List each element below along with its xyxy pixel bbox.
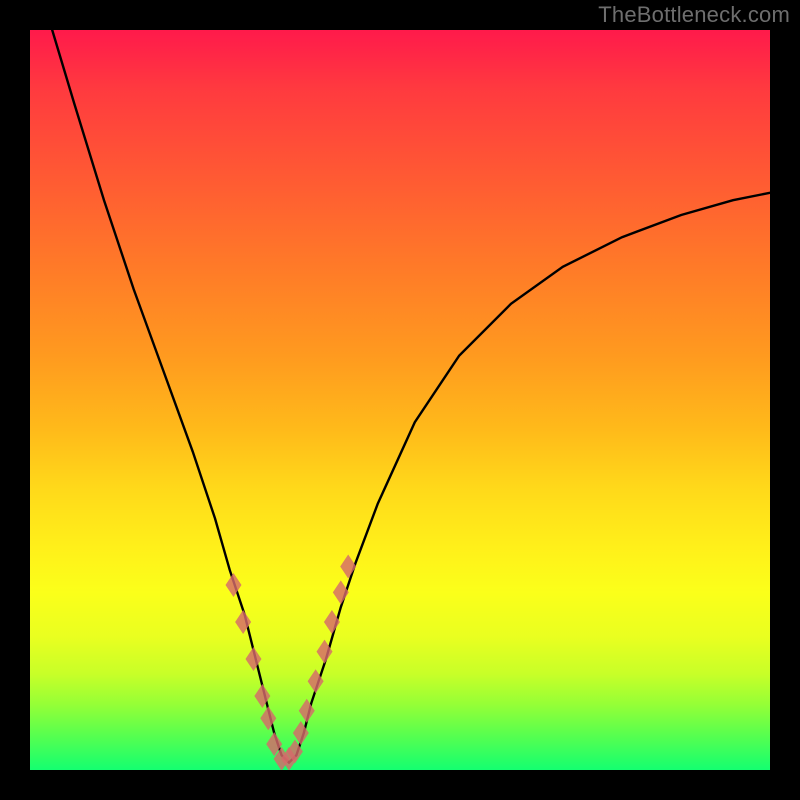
marker-point <box>333 580 349 604</box>
bottleneck-curve <box>52 30 770 763</box>
marker-point <box>324 610 340 634</box>
marker-point <box>226 573 242 597</box>
marker-point <box>260 706 276 730</box>
plot-gradient-area <box>30 30 770 770</box>
marker-point <box>340 555 356 579</box>
watermark-text: TheBottleneck.com <box>598 2 790 28</box>
outer-frame: TheBottleneck.com <box>0 0 800 800</box>
highlighted-markers <box>226 555 357 771</box>
chart-svg <box>30 30 770 770</box>
marker-point <box>245 647 261 671</box>
